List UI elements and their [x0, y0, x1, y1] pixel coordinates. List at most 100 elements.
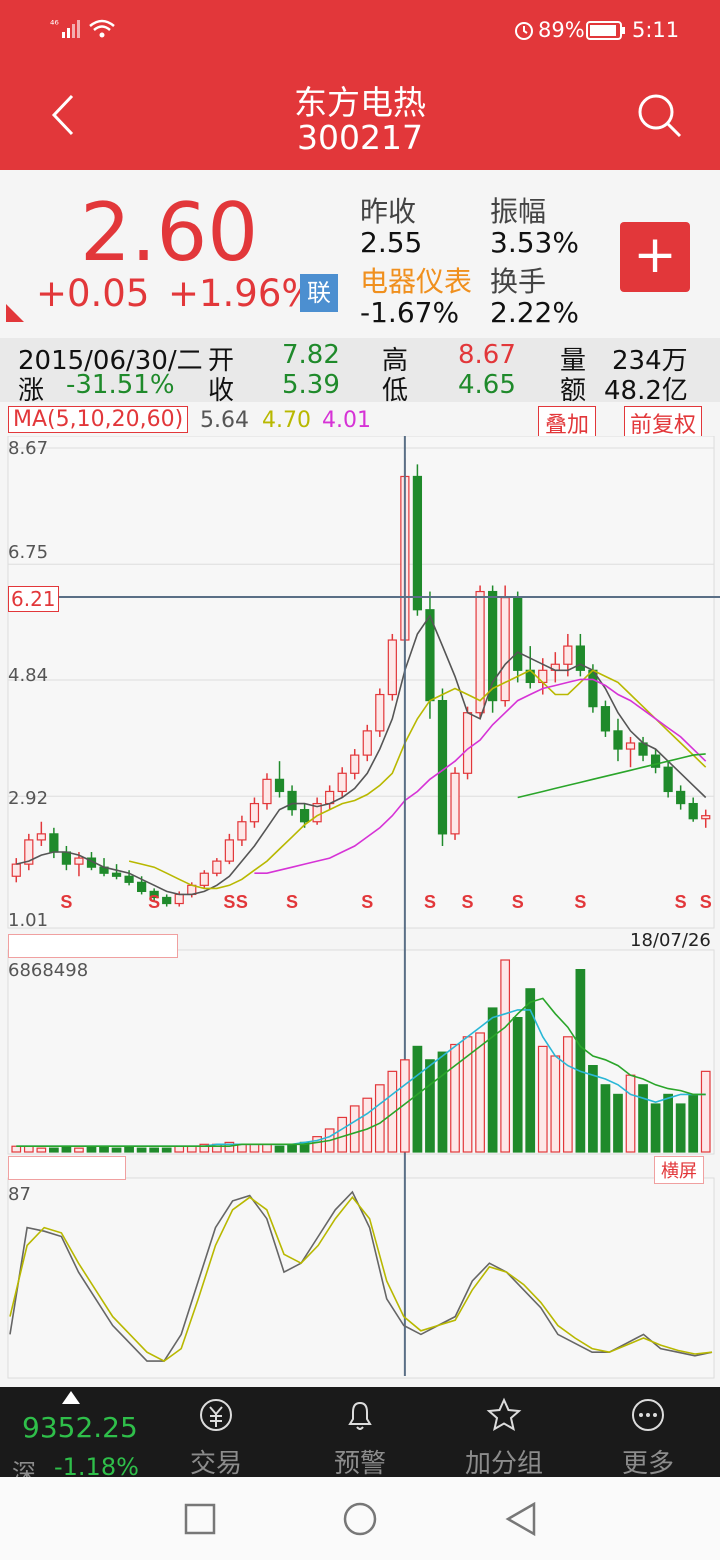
candle-body — [663, 766, 673, 793]
volume-bar — [136, 1147, 147, 1153]
sell-signal-label: S — [512, 892, 524, 912]
battery-percent: 89% — [538, 18, 585, 42]
up-triangle-icon — [62, 1391, 80, 1404]
stock-code: 300217 — [297, 118, 423, 157]
volume-bar — [663, 1093, 673, 1153]
crosshair-price: 6.21 — [8, 586, 59, 612]
candle-body — [137, 881, 147, 893]
volume-bar — [262, 1143, 272, 1153]
sell-signal-label: S — [148, 892, 160, 912]
volume-bar — [36, 1147, 47, 1153]
candle-body — [111, 872, 122, 877]
tab-trade-label: 交易 — [189, 1449, 242, 1479]
tab-more[interactable]: 更多 — [578, 1387, 718, 1479]
candle-body — [174, 893, 184, 905]
y-label-3: 4.84 — [8, 665, 49, 686]
sector-link[interactable]: 电器仪表 — [360, 260, 472, 300]
volume-bar — [688, 1093, 699, 1153]
volume-bar — [11, 1145, 22, 1153]
sector-change: -1.67% — [360, 296, 460, 329]
candle-body — [11, 863, 21, 877]
prev-close-label: 昨收 — [360, 195, 417, 228]
add-watchlist-button[interactable]: + — [620, 222, 690, 292]
volume-bar — [487, 1007, 498, 1153]
volume-bar — [512, 1016, 523, 1153]
search-icon[interactable] — [636, 92, 684, 140]
overlay-button[interactable]: 叠加 — [538, 406, 597, 440]
tab-alert[interactable]: 预警 — [290, 1387, 430, 1479]
volume-bar — [575, 968, 586, 1153]
volume-bar — [349, 1105, 360, 1153]
bell-icon — [348, 1401, 372, 1430]
volume-bar — [111, 1147, 122, 1153]
alarm-icon — [515, 22, 533, 40]
linkage-button[interactable]: 联 — [300, 274, 338, 312]
sell-signal-label: S — [700, 892, 712, 912]
sell-signal-label: S — [286, 892, 298, 912]
stock-name: 东方电热 — [294, 83, 426, 122]
kline-chart[interactable]: SSSSSSSSSSSS — [0, 436, 720, 1386]
candle-body — [375, 693, 385, 732]
ma10-value: 4.70 — [262, 408, 311, 433]
open-value: 7.82 — [282, 340, 340, 370]
sell-signal-label: S — [60, 892, 72, 912]
volume-bar — [337, 1116, 348, 1153]
volume-bar — [450, 1043, 460, 1153]
recent-apps-icon[interactable] — [184, 1503, 216, 1535]
volume-bar — [475, 1032, 485, 1153]
volume-bar — [274, 1145, 285, 1153]
volume-bar — [374, 1084, 385, 1153]
prev-close-value: 2.55 — [360, 226, 423, 259]
landscape-button[interactable]: 横屏 — [654, 1156, 704, 1184]
volume-bar — [525, 988, 536, 1153]
turnover-label: 换手 — [490, 265, 547, 298]
candle-body — [450, 772, 460, 835]
y-label-2: 6.75 — [8, 542, 49, 563]
current-price: 2.60 — [80, 186, 259, 279]
candle-body — [575, 645, 585, 671]
volume-bar — [675, 1103, 686, 1153]
yuan-exchange-icon — [200, 1399, 232, 1431]
candle-body — [500, 597, 510, 702]
candle-body — [237, 821, 247, 841]
volume-bar — [99, 1145, 109, 1153]
ma-legend[interactable]: MA(5,10,20,60) — [8, 406, 189, 433]
title-bar: 东方电热 300217 — [0, 60, 720, 170]
candle-body — [299, 809, 310, 823]
candle-body — [36, 833, 46, 841]
network-label: ⁴⁶ — [50, 18, 59, 31]
amplitude-label: 振幅 — [490, 195, 547, 228]
candle-body — [437, 699, 448, 835]
candle-body — [74, 857, 84, 865]
high-value: 8.67 — [458, 340, 516, 370]
sell-signal-label: S — [675, 892, 687, 912]
volume-bar — [613, 1093, 623, 1153]
volume-bar — [588, 1064, 598, 1153]
candle-body — [249, 802, 260, 823]
home-icon[interactable] — [342, 1501, 378, 1537]
date-box — [8, 934, 178, 958]
volume-bar — [437, 1051, 448, 1153]
volume-bar — [124, 1145, 134, 1153]
clock: 5:11 — [632, 18, 680, 42]
adjust-button[interactable]: 前复权 — [624, 406, 703, 440]
back-icon[interactable] — [504, 1501, 538, 1537]
candle-body — [462, 712, 473, 774]
candle-body — [61, 851, 72, 865]
candle-body — [212, 860, 222, 874]
sell-signal-label: S — [223, 892, 235, 912]
candle-body — [124, 875, 134, 883]
y-label-bottom: 1.01 — [8, 910, 49, 931]
tab-add-group[interactable]: 加分组 — [434, 1387, 574, 1479]
candle-body — [676, 790, 686, 805]
chg-value: -31.51% — [66, 370, 175, 400]
volume-bar — [23, 1145, 34, 1153]
index-value[interactable]: 9352.25 — [22, 1411, 138, 1444]
corner-marker-icon — [6, 304, 24, 322]
tab-add-group-label: 加分组 — [464, 1449, 543, 1479]
candle-body — [563, 645, 573, 665]
bottom-tab-bar: 9352.25 深 -1.18% 交易 预警 加分组 更多 — [0, 1387, 720, 1487]
tab-trade[interactable]: 交易 — [146, 1387, 286, 1479]
indicator-top-label: 87 — [8, 1184, 31, 1205]
volume-bar — [650, 1103, 661, 1153]
